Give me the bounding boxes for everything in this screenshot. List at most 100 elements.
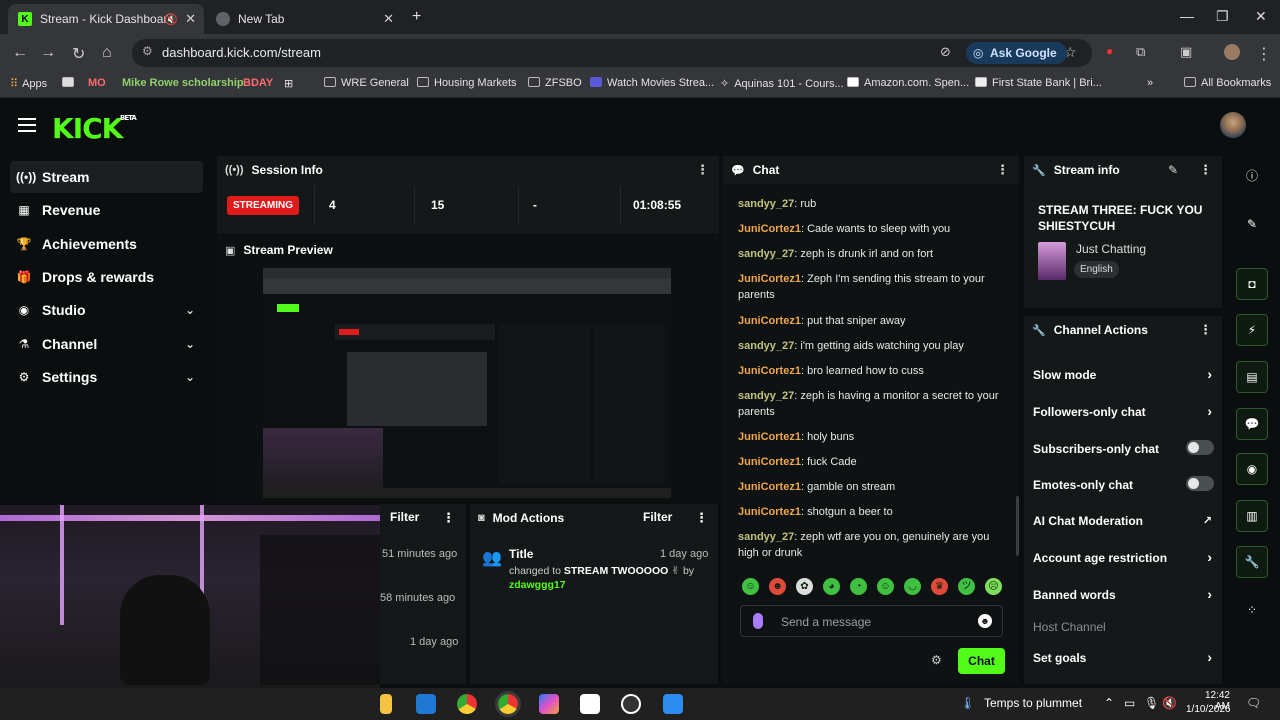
minimize-icon[interactable]: — (1180, 8, 1194, 24)
back-icon[interactable]: ← (12, 44, 28, 62)
chat-username[interactable]: sandyy_27 (738, 198, 794, 210)
action-ai-chat-moderation[interactable]: AI Chat Moderation ↗ (1033, 514, 1218, 528)
user-avatar[interactable] (1220, 112, 1246, 138)
emote-icon[interactable]: ◔ (850, 578, 867, 595)
action-banned-words[interactable]: Banned words › (1033, 586, 1218, 602)
hamburger-menu-icon[interactable] (18, 118, 36, 132)
chat-bubble-icon[interactable]: 💬 (1236, 408, 1268, 440)
forward-icon[interactable]: → (40, 44, 56, 62)
new-tab-plus-icon[interactable]: + (412, 8, 421, 26)
maximize-icon[interactable]: ❐ (1216, 8, 1229, 25)
bookmark-amazon[interactable]: Amazon.com. Spen... (847, 77, 969, 89)
chrome-icon[interactable] (457, 694, 477, 714)
obs-icon[interactable] (621, 694, 641, 714)
document-icon[interactable]: ▤ (1236, 361, 1268, 393)
bookmark-all[interactable]: All Bookmarks (1184, 77, 1271, 89)
bookmark-first-state[interactable]: First State Bank | Bri... (975, 77, 1102, 89)
bookmark-bday[interactable]: BDAY (243, 77, 273, 89)
tray-chevron-icon[interactable]: ⌃ (1104, 696, 1114, 710)
copilot-icon[interactable] (539, 694, 559, 714)
action-account-age[interactable]: Account age restriction › (1033, 549, 1218, 565)
emote-icon[interactable]: ✿ (796, 578, 813, 595)
emote-icon[interactable]: ◡ (904, 578, 921, 595)
emote-icon[interactable]: ☺ (742, 578, 759, 595)
chat-scrollbar[interactable] (1016, 496, 1019, 556)
chat-username[interactable]: JuniCortez1 (738, 506, 801, 518)
reload-icon[interactable]: ↻ (72, 44, 85, 64)
bookmark-mike-rowe[interactable]: Mike Rowe scholarship (122, 77, 244, 89)
clock-date[interactable]: 1/10/2026 (1186, 704, 1231, 715)
bookmark-mo[interactable]: MO (88, 77, 106, 89)
more-options-icon[interactable]: ⋮ (996, 162, 1009, 178)
chat-username[interactable]: sandyy_27 (738, 390, 794, 402)
bookmark-watch-movies[interactable]: Watch Movies Strea... (590, 77, 714, 89)
emote-icon[interactable]: ☹ (985, 578, 1002, 595)
window-close-icon[interactable]: ✕ (1255, 8, 1267, 25)
notifications-icon[interactable]: 🗨 (1246, 696, 1261, 710)
weather-text[interactable]: Temps to plummet (984, 696, 1082, 710)
emote-icon[interactable]: ◕ (823, 578, 840, 595)
info-icon[interactable]: ⓘ (1236, 160, 1268, 192)
edit-pencil-icon[interactable]: ✎ (1168, 163, 1178, 177)
edit-pencil-icon[interactable]: ✎ (1236, 208, 1268, 240)
chat-username[interactable]: JuniCortez1 (738, 315, 801, 327)
emotes-only-toggle[interactable] (1186, 476, 1214, 491)
bookmark-wre-general[interactable]: WRE General (324, 77, 409, 89)
chat-username[interactable]: JuniCortez1 (738, 481, 801, 493)
emote-icon[interactable]: ♛ (931, 578, 948, 595)
chat-username[interactable]: sandyy_27 (738, 248, 794, 260)
more-options-icon[interactable]: ⋮ (442, 510, 455, 526)
emote-icon[interactable]: ☺ (877, 578, 894, 595)
filter-button[interactable]: Filter (390, 510, 419, 524)
extensions-puzzle-icon[interactable]: ⧉ (1136, 44, 1145, 60)
action-set-goals[interactable]: Set goals › (1033, 649, 1218, 665)
chat-username[interactable]: JuniCortez1 (738, 273, 801, 285)
sidebar-item-settings[interactable]: ⚙ Settings ⌄ (10, 361, 203, 393)
bookmark-housing[interactable]: Housing Markets (417, 77, 517, 89)
filter-button[interactable]: Filter (643, 510, 672, 524)
lightning-icon[interactable]: ⚡ (1236, 314, 1268, 346)
menu-dots-icon[interactable]: ⋮ (1256, 44, 1272, 64)
tab-kick-dashboard[interactable]: K Stream - Kick Dashboard 🔇 ✕ (8, 4, 204, 34)
emote-icon[interactable]: ツ (958, 578, 975, 595)
ask-google-button[interactable]: ◎ Ask Google (966, 42, 1067, 64)
layout-icon[interactable]: ▥ (1236, 500, 1268, 532)
chat-username[interactable]: JuniCortez1 (738, 223, 801, 235)
facebook-icon[interactable] (663, 694, 683, 714)
sidebar-item-stream[interactable]: ((•)) Stream (10, 161, 203, 193)
store-icon[interactable] (580, 694, 600, 714)
category-thumbnail[interactable] (1038, 242, 1066, 280)
more-bookmarks-icon[interactable]: » (1147, 77, 1153, 89)
sidebar-item-channel[interactable]: ⚗ Channel ⌄ (10, 328, 203, 360)
category-name[interactable]: Just Chatting (1076, 242, 1146, 256)
volume-muted-icon[interactable]: 🔇 (1162, 696, 1177, 710)
sidebar-item-revenue[interactable]: ▦ Revenue (10, 194, 203, 226)
more-options-icon[interactable]: ⋮ (696, 162, 709, 178)
stream-preview-video[interactable] (263, 268, 671, 498)
bookmark-zfsbo[interactable]: ZFSBO (528, 77, 582, 89)
chat-username[interactable]: sandyy_27 (738, 531, 794, 543)
more-options-icon[interactable]: ⋮ (1199, 162, 1212, 178)
chat-username[interactable]: JuniCortez1 (738, 431, 801, 443)
mic-icon[interactable] (753, 613, 763, 629)
chat-settings-gear-icon[interactable]: ⚙ (931, 653, 942, 667)
extension-icon[interactable]: ● (1106, 44, 1113, 58)
drag-handle-icon[interactable]: ⁘ (1236, 594, 1268, 626)
kick-logo[interactable]: KICK BETA (52, 112, 137, 145)
bookmark-blank[interactable] (62, 77, 79, 89)
emoji-picker-icon[interactable]: ☻ (978, 614, 992, 628)
close-icon[interactable]: ✕ (383, 11, 394, 27)
chat-username[interactable]: JuniCortez1 (738, 365, 801, 377)
chat-username[interactable]: sandyy_27 (738, 340, 794, 352)
sidebar-item-achievements[interactable]: 🏆 Achievements (10, 228, 203, 260)
sidebar-item-drops[interactable]: 🎁 Drops & rewards (10, 261, 203, 293)
chrome-active-icon[interactable] (495, 691, 521, 717)
close-icon[interactable]: ✕ (185, 11, 196, 27)
home-icon[interactable]: ⌂ (102, 44, 112, 62)
chat-username[interactable]: JuniCortez1 (738, 456, 801, 468)
site-info-icon[interactable]: ⚙ (142, 44, 153, 58)
emote-icon[interactable]: ☻ (769, 578, 786, 595)
outlook-icon[interactable] (416, 694, 436, 714)
bookmark-apps[interactable]: ⠿ Apps (10, 77, 47, 90)
tab-new-tab[interactable]: New Tab ✕ (206, 4, 402, 34)
